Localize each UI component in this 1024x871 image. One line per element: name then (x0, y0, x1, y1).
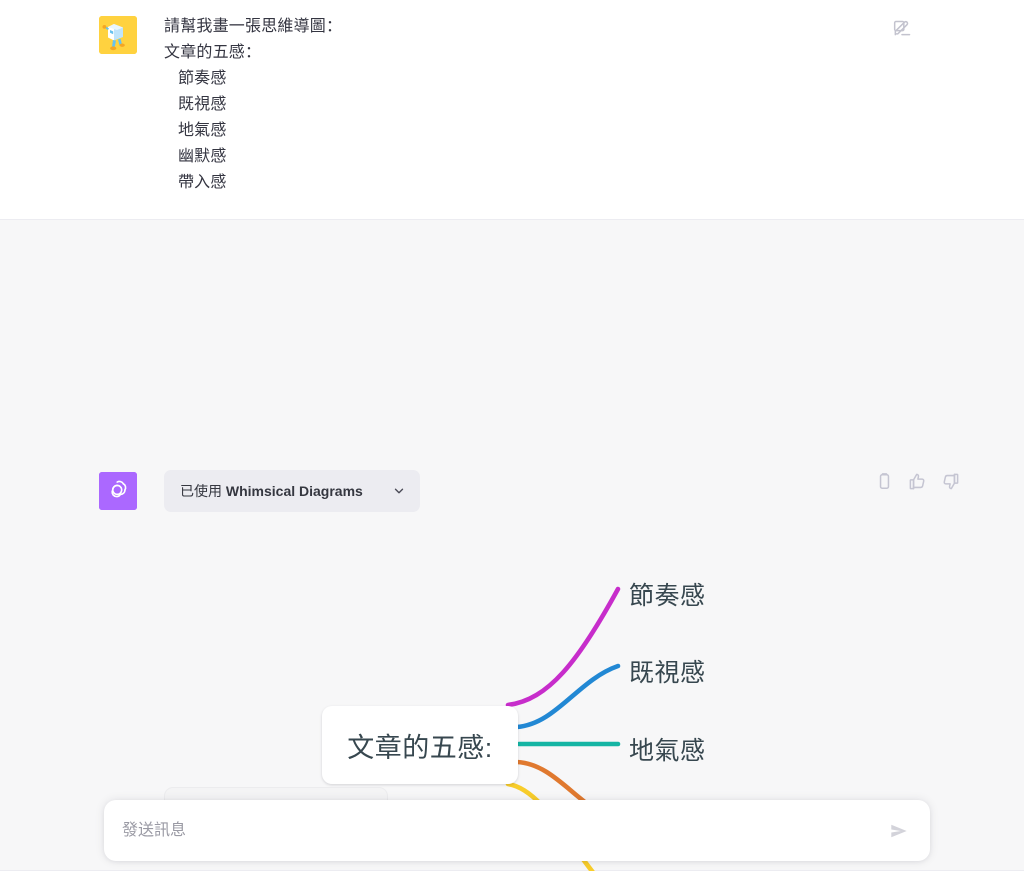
message-input[interactable] (104, 800, 876, 861)
mindmap-leaf-1-label: 節奏感 (629, 582, 706, 610)
mindmap-leaf-2[interactable]: 既視感 (629, 653, 706, 689)
tool-used-prefix: 已使用 (180, 483, 226, 499)
send-icon (891, 824, 907, 837)
message-composer[interactable] (104, 800, 930, 861)
mindmap-leaf-3[interactable]: 地氣感 (629, 731, 706, 767)
edit-message-button[interactable] (892, 18, 912, 38)
user-avatar-robot-icon (99, 16, 137, 54)
user-message-text: 請幫我畫一張思維導圖： 文章的五感： 節奏感 既視感 地氣感 幽默感 帶入感 (164, 18, 343, 191)
assistant-avatar (99, 472, 137, 510)
message-actions (875, 472, 960, 491)
chatgpt-logo-icon (99, 472, 137, 510)
send-button[interactable] (876, 808, 922, 854)
branch-edge-1 (505, 586, 621, 708)
mindmap-leaf-3-label: 地氣感 (629, 737, 706, 765)
user-message-turn: 請幫我畫一張思維導圖： 文章的五感： 節奏感 既視感 地氣感 幽默感 帶入感 (0, 0, 1024, 220)
chevron-down-icon (394, 488, 404, 494)
tool-used-pill[interactable]: 已使用 Whimsical Diagrams (164, 470, 420, 512)
mindmap-leaf-2-label: 既視感 (629, 659, 706, 687)
mindmap-leaf-1[interactable]: 節奏感 (629, 576, 706, 612)
copy-icon[interactable] (875, 472, 894, 491)
tool-used-name: Whimsical Diagrams (225, 483, 363, 499)
chat-page: 請幫我畫一張思維導圖： 文章的五感： 節奏感 既視感 地氣感 幽默感 帶入感 已… (0, 0, 1024, 871)
thumbs-up-icon[interactable] (908, 472, 927, 491)
edit-icon (893, 20, 911, 36)
mindmap-center-label: 文章的五感: (347, 732, 493, 763)
mindmap-center-node[interactable]: 文章的五感: (322, 706, 518, 784)
user-avatar (99, 16, 137, 54)
thumbs-down-icon[interactable] (941, 472, 960, 491)
assistant-message-turn: 已使用 Whimsical Diagrams 文章的五感: 節奏感 既視感 地氣… (0, 220, 1024, 871)
tool-used-label: 已使用 Whimsical Diagrams (180, 481, 382, 501)
